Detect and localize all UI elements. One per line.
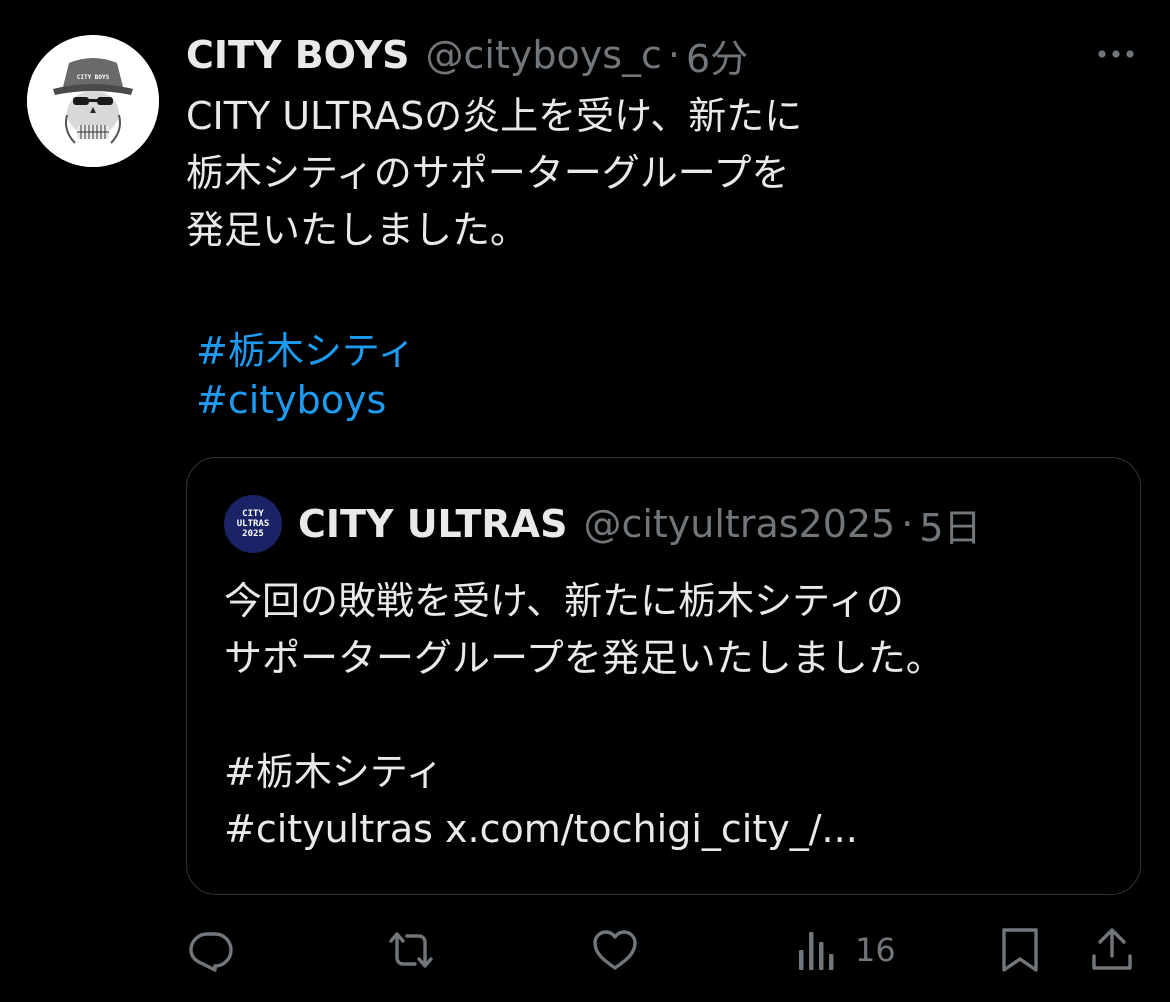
quoted-tweet[interactable]: CITY ULTRAS 2025 CITY ULTRAS @cityultras… [186, 457, 1141, 895]
quoted-avatar-logo-line: ULTRAS [236, 519, 270, 529]
quoted-text-line: サポーターグループを発足いたしました。 [224, 636, 944, 680]
share-icon [1092, 928, 1132, 970]
quoted-avatar-logo-line: CITY [242, 509, 264, 519]
display-name[interactable]: CITY BOYS [186, 33, 410, 77]
quoted-text-line [224, 687, 1104, 744]
repost-button[interactable] [387, 920, 435, 980]
tweet-text: CITY ULTRASの炎上を受け、新たに 栃木シティのサポーターグループを 発… [186, 88, 1086, 259]
tweet-header: CITY BOYS @cityboys_c · 6分 [186, 28, 748, 82]
views-button[interactable]: 16 [795, 920, 896, 980]
share-button[interactable] [1088, 920, 1136, 980]
more-options-icon[interactable] [1094, 40, 1138, 68]
quoted-user-handle[interactable]: @cityultras2025 [583, 502, 895, 546]
heart-icon [593, 930, 637, 970]
bookmark-button[interactable] [996, 920, 1044, 980]
views-count: 16 [855, 931, 896, 969]
separator-dot: · [667, 33, 680, 77]
action-bar: 16 [0, 920, 1170, 980]
like-button[interactable] [591, 920, 639, 980]
tweet-text-line: 発足いたしました。 [186, 208, 529, 252]
avatar-hat-text: CITY BOYS [77, 74, 110, 81]
tweet-text-line: CITY ULTRASの炎上を受け、新たに [186, 94, 803, 138]
bookmark-icon [1002, 928, 1038, 972]
user-handle[interactable]: @cityboys_c [426, 33, 662, 77]
quoted-avatar[interactable]: CITY ULTRAS 2025 [224, 495, 282, 553]
skull-logo-image: CITY BOYS [27, 35, 159, 167]
timestamp[interactable]: 6分 [686, 28, 748, 83]
reply-icon [189, 932, 233, 972]
quoted-text-line: #cityultras x.com/tochigi_city_/... [224, 807, 858, 851]
reply-button[interactable] [187, 920, 235, 980]
quoted-display-name[interactable]: CITY ULTRAS [298, 502, 567, 546]
quoted-text-line: 今回の敗戦を受け、新たに栃木シティの [224, 579, 904, 623]
quoted-tweet-text: 今回の敗戦を受け、新たに栃木シティの サポーターグループを発足いたしました。 #… [224, 573, 1104, 858]
views-icon [799, 932, 834, 970]
hashtag-link[interactable]: #cityboys [196, 378, 386, 422]
tweet[interactable]: CITY BOYS CITY BOYS @cityboys_c · 6分 CIT… [0, 0, 1170, 1002]
quoted-avatar-logo-line: 2025 [242, 529, 264, 539]
tweet-text-line: 栃木シティのサポーターグループを [186, 151, 790, 195]
avatar[interactable]: CITY BOYS [27, 35, 159, 167]
quoted-timestamp[interactable]: 5日 [919, 497, 981, 552]
separator-dot: · [901, 502, 914, 546]
quoted-text-line: #栃木シティ [224, 750, 444, 794]
repost-icon [389, 932, 433, 968]
hashtag-link[interactable]: #栃木シティ [196, 320, 416, 375]
quoted-avatar-logo: CITY ULTRAS 2025 [224, 495, 282, 553]
quoted-tweet-header: CITY ULTRAS @cityultras2025 · 5日 [298, 498, 982, 550]
